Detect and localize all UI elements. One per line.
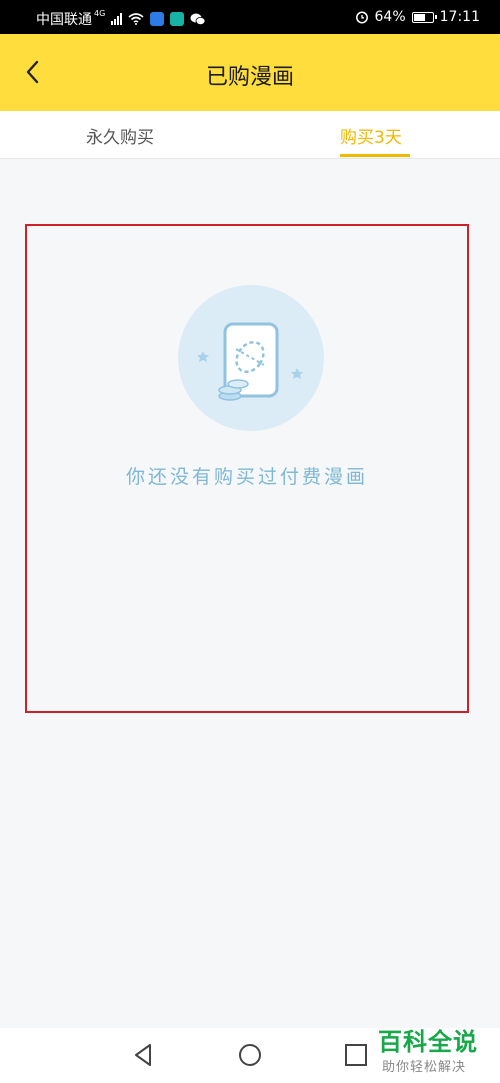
clock: 17:11 (439, 9, 480, 25)
cat-app-icon (170, 12, 185, 26)
wechat-icon (190, 13, 206, 25)
signal-icon (111, 13, 123, 25)
active-tab-indicator (340, 154, 410, 157)
wifi-icon (128, 13, 144, 25)
nav-recent-icon[interactable] (343, 1042, 369, 1068)
battery-percent: 64% (374, 9, 406, 25)
watermark-subtitle: 助你轻松解决 (382, 1060, 467, 1075)
status-left: 中国联通 4G (36, 9, 206, 29)
watermark-title: 百科全说 (378, 1028, 478, 1056)
comic-card-with-coins-icon (178, 285, 324, 431)
tab-permanent-purchase[interactable]: 永久购买 (86, 123, 154, 148)
nav-back-icon[interactable] (131, 1042, 157, 1068)
battery-fill (413, 13, 425, 21)
shield-app-icon (150, 12, 165, 26)
page-title: 已购漫画 (205, 65, 294, 90)
app-header: 已购漫画 (0, 34, 500, 111)
status-bar: 中国联通 4G 64% 17:11 (0, 0, 500, 34)
battery-icon (411, 11, 437, 23)
empty-state-message: 你还没有购买过付费漫画 (125, 466, 368, 488)
status-right: 64% 17:11 (355, 9, 480, 25)
tab-3-day-purchase[interactable]: 购买3天 (340, 123, 402, 148)
nav-home-icon[interactable] (237, 1042, 263, 1068)
watermark: 百科全说 助你轻松解决 (370, 1018, 500, 1078)
tab-bar: 永久购买 购买3天 (0, 111, 500, 159)
empty-state-panel: 你还没有购买过付费漫画 (25, 224, 469, 713)
network-type: 4G (94, 8, 106, 18)
alarm-icon (355, 11, 368, 24)
carrier-label: 中国联通 (36, 12, 92, 28)
